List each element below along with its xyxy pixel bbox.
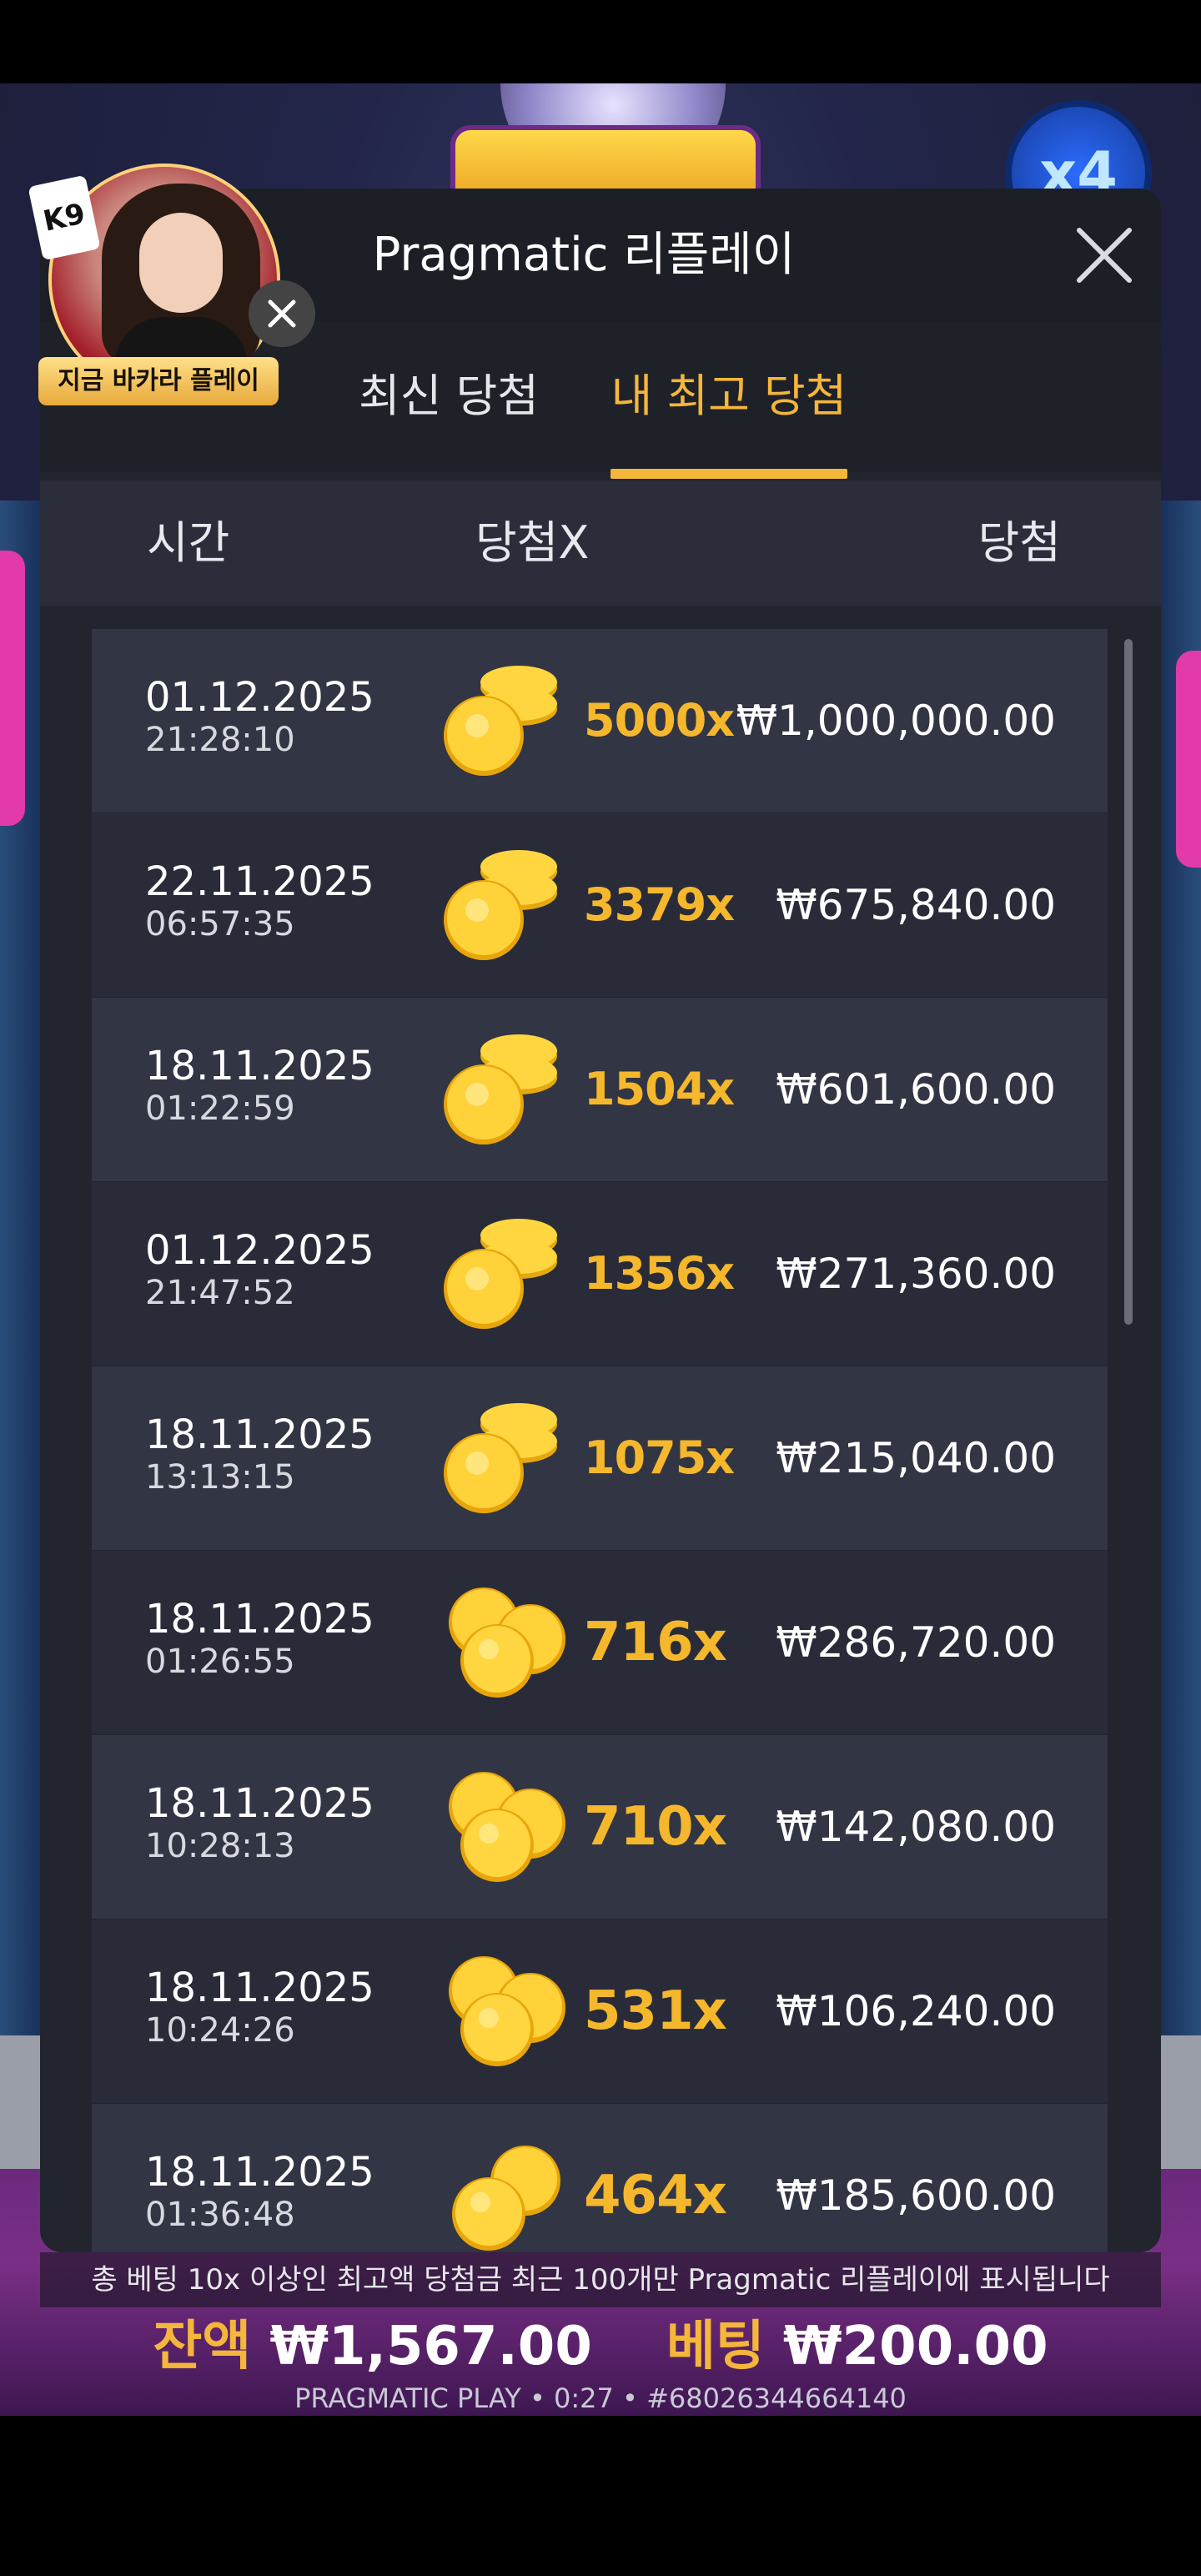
balance-value: ₩1,567.00: [269, 2316, 592, 2377]
coin-stack-icon: [442, 1028, 575, 1151]
win-time: 21:28:10: [145, 721, 295, 759]
left-neon-sign: [0, 551, 25, 826]
win-time: 01:22:59: [145, 1089, 295, 1128]
right-side-sign: [1159, 2035, 1201, 2169]
win-amount: ₩142,080.00: [776, 1803, 1056, 1851]
win-row[interactable]: 01.12.2025 21:28:10 5000x ₩1,000,000.00: [92, 629, 1108, 813]
bet-value: ₩200.00: [783, 2316, 1048, 2377]
win-date: 22.11.2025: [145, 858, 374, 905]
win-date: 18.11.2025: [145, 1411, 374, 1458]
win-row[interactable]: 18.11.2025 13:13:15 1075x ₩215,040.00: [92, 1366, 1108, 1550]
close-icon: [1077, 228, 1132, 283]
game-info: PRAGMATIC PLAY • 0:27 • #68026344664140: [294, 2382, 907, 2414]
win-multiplier: 1356x: [584, 1247, 735, 1300]
win-amount: ₩215,040.00: [776, 1434, 1056, 1482]
coin-stack-icon: [442, 659, 575, 782]
coin-pile-icon: [442, 1581, 575, 1704]
close-icon: [268, 299, 296, 328]
coin-pile-icon: [442, 1765, 575, 1889]
win-multiplier: 531x: [584, 1980, 727, 2042]
win-multiplier: 716x: [584, 1612, 727, 1673]
win-amount: ₩185,600.00: [776, 2171, 1056, 2220]
win-amount: ₩286,720.00: [776, 1618, 1056, 1667]
right-neon-sign: [1176, 651, 1201, 868]
scrollbar[interactable]: [1124, 639, 1133, 1325]
win-time: 10:24:26: [145, 2011, 295, 2050]
win-date: 01.12.2025: [145, 674, 374, 721]
close-button[interactable]: [1071, 222, 1138, 289]
win-time: 13:13:15: [145, 1458, 295, 1497]
win-date: 18.11.2025: [145, 1780, 374, 1827]
win-row[interactable]: 18.11.2025 01:22:59 1504x ₩601,600.00: [92, 998, 1108, 1181]
win-amount: ₩106,240.00: [776, 1987, 1056, 2035]
active-tab-indicator: [611, 469, 847, 479]
tab-recent-wins[interactable]: 최신 당첨: [332, 347, 565, 445]
replay-modal: Pragmatic 리플레이 최신 당첨 내 최고 당첨 시간 당첨X 당첨 0…: [40, 189, 1161, 2252]
win-date: 18.11.2025: [145, 2149, 374, 2196]
coin-stack-icon: [442, 1396, 575, 1520]
column-multiplier: 당첨X: [475, 516, 590, 569]
coin-stack-icon: [442, 843, 575, 967]
win-row[interactable]: 18.11.2025 01:26:55 716x ₩286,720.00: [92, 1551, 1108, 1734]
win-date: 18.11.2025: [145, 1965, 374, 2011]
win-time: 10:28:13: [145, 1827, 295, 1865]
coin-pair-icon: [442, 2134, 575, 2252]
playing-cards-icon: K9: [28, 174, 101, 261]
win-list[interactable]: 01.12.2025 21:28:10 5000x ₩1,000,000.00 22.1…: [92, 629, 1108, 2252]
coin-stack-icon: [442, 1212, 575, 1336]
notice-text: 총 베팅 10x 이상인 최고액 당첨금 최근 100개만 Pragmatic …: [40, 2252, 1161, 2307]
win-multiplier: 3379x: [584, 878, 735, 931]
win-multiplier: 1075x: [584, 1431, 735, 1484]
balance-label: 잔액: [153, 2316, 252, 2377]
coin-pile-icon: [442, 1950, 575, 2073]
win-multiplier: 464x: [584, 2165, 727, 2226]
column-time: 시간: [147, 516, 230, 569]
win-time: 01:36:48: [145, 2196, 295, 2234]
promo-label[interactable]: 지금 바카라 플레이: [38, 357, 279, 405]
baccarat-promo[interactable]: K9 지금 바카라 플레이: [28, 164, 315, 414]
win-time: 01:26:55: [145, 1643, 295, 1681]
win-date: 18.11.2025: [145, 1043, 374, 1089]
balance-bar: 잔액 ₩1,567.00 베팅 ₩200.00: [0, 2309, 1201, 2384]
win-row[interactable]: 18.11.2025 10:24:26 531x ₩106,240.00: [92, 1919, 1108, 2103]
tab-my-best-wins[interactable]: 내 최고 당첨: [611, 347, 847, 445]
promo-close-button[interactable]: [249, 280, 315, 347]
win-row[interactable]: 01.12.2025 21:47:52 1356x ₩271,360.00: [92, 1182, 1108, 1366]
win-time: 06:57:35: [145, 905, 295, 943]
bet-label: 베팅: [666, 2316, 765, 2377]
win-multiplier: 1504x: [584, 1063, 735, 1115]
win-multiplier: 5000x: [584, 694, 735, 747]
win-amount: ₩675,840.00: [776, 881, 1056, 929]
win-date: 18.11.2025: [145, 1596, 374, 1643]
win-amount: ₩271,360.00: [776, 1250, 1056, 1298]
win-amount: ₩601,600.00: [776, 1065, 1056, 1114]
win-row[interactable]: 18.11.2025 10:28:13 710x ₩142,080.00: [92, 1735, 1108, 1919]
win-amount: ₩1,000,000.00: [736, 697, 1056, 745]
win-date: 01.12.2025: [145, 1227, 374, 1274]
win-time: 21:47:52: [145, 1274, 295, 1312]
dealer-face: [139, 213, 223, 313]
column-win: 당첨: [977, 516, 1061, 569]
win-multiplier: 710x: [584, 1796, 727, 1858]
win-row[interactable]: 22.11.2025 06:57:35 3379x ₩675,840.00: [92, 813, 1108, 997]
column-header: 시간 당첨X 당첨: [40, 480, 1161, 606]
win-row[interactable]: 18.11.2025 01:36:48 464x ₩185,600.00: [92, 2104, 1108, 2252]
left-side-sign: [0, 2035, 42, 2169]
